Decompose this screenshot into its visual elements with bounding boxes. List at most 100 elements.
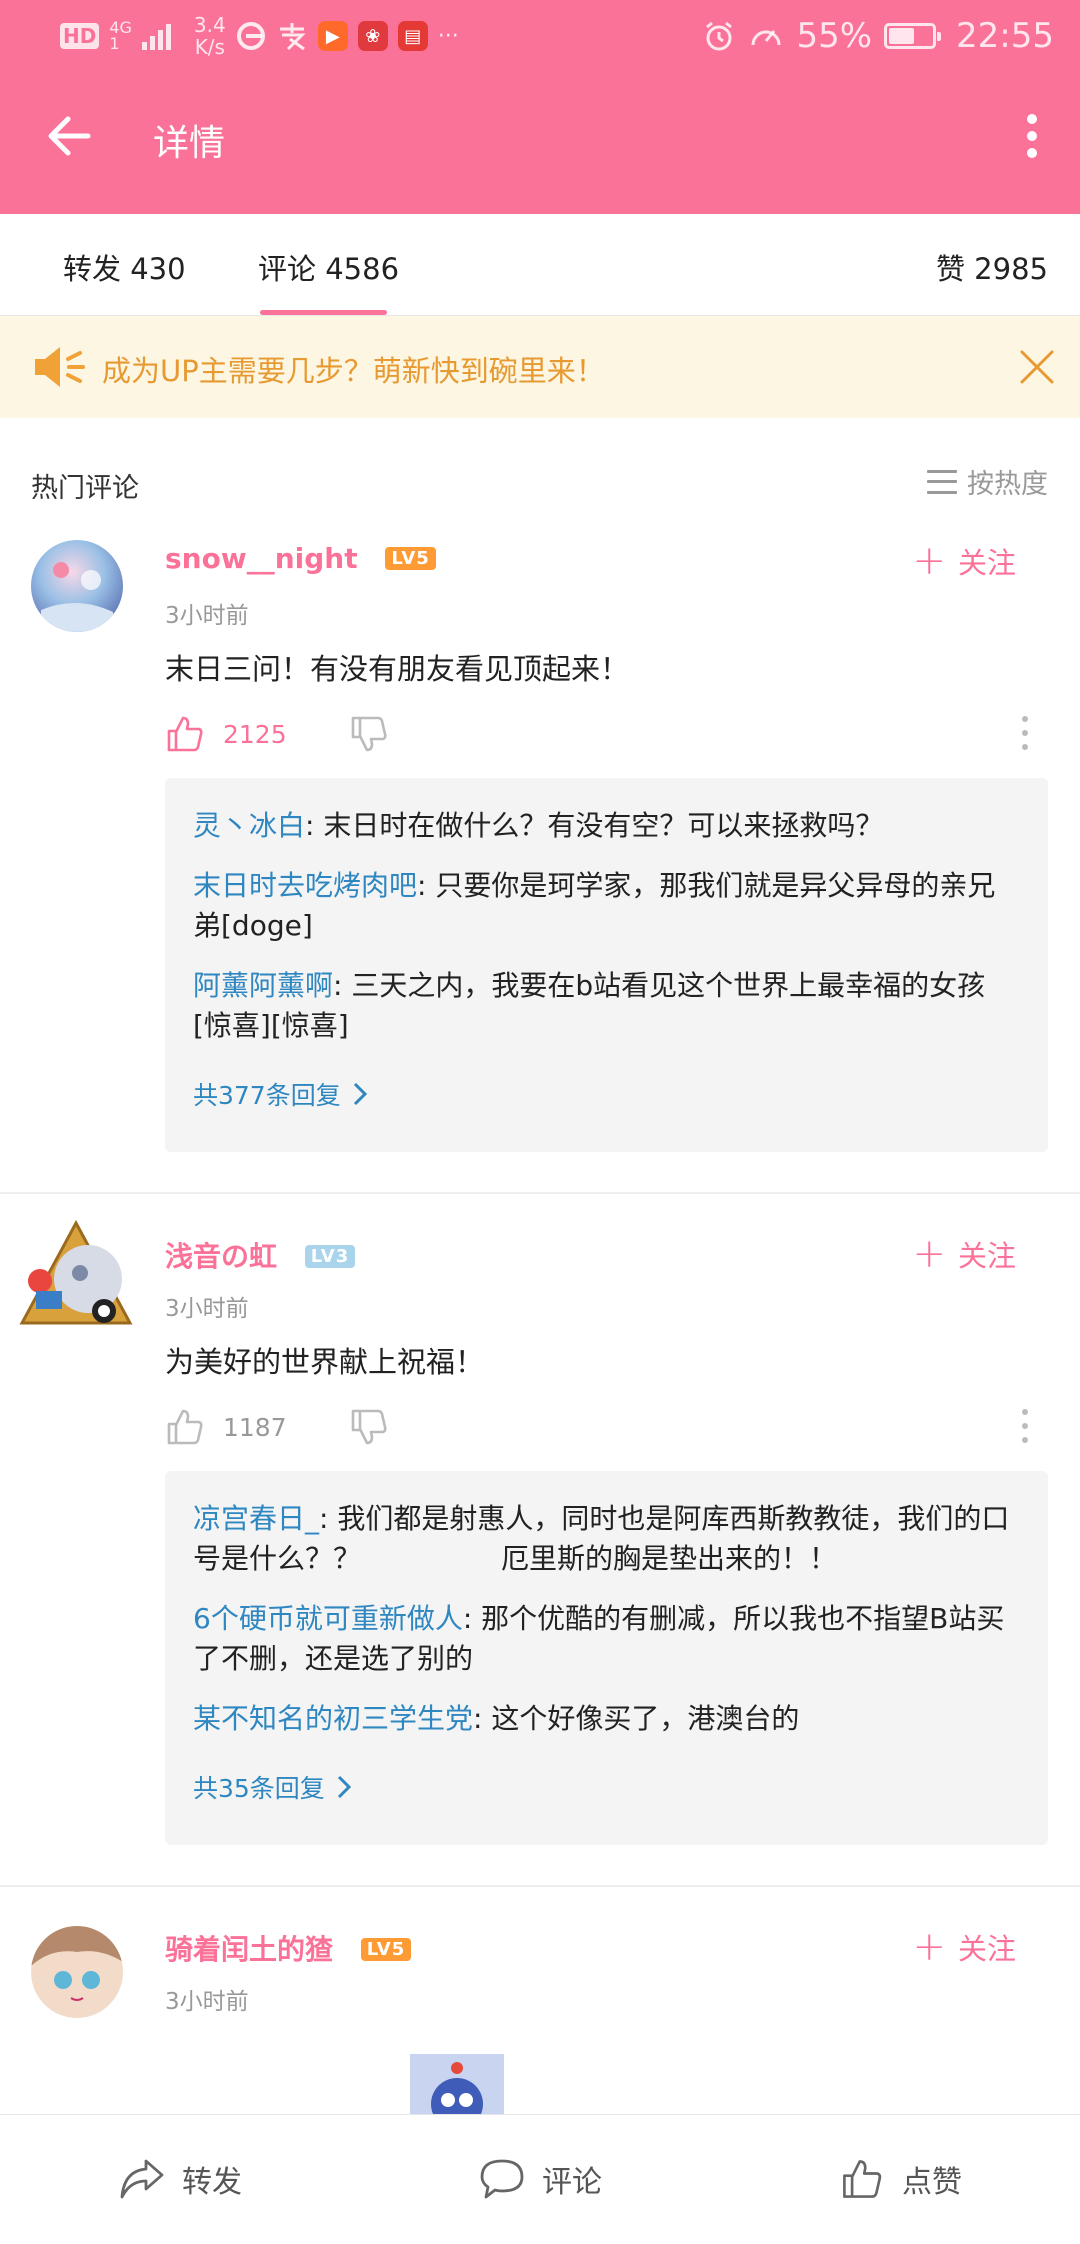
back-arrow-icon[interactable]: [44, 110, 96, 162]
more-replies-label: 共35条回复: [193, 1774, 325, 1803]
view-all-replies-link[interactable]: 共377条回复: [193, 1074, 1020, 1114]
app-icon-red: ❀: [357, 21, 388, 51]
reply-item: 灵丶冰白: 末日时在做什么？有没有空？可以来拯救吗？: [193, 806, 1020, 846]
dot: [1027, 114, 1037, 124]
username[interactable]: snow__night LV5: [165, 542, 436, 575]
tab-like[interactable]: 赞 2985: [936, 246, 1048, 288]
reply-item: 6个硬币就可重新做人: 那个优酷的有删减，所以我也不指望B站买了不删，还是选了别…: [193, 1599, 1020, 1679]
app-root: HD 4G 1 3.4 K/s ▶ ❀ ▤ ··· 55% 22:55 详情 转…: [0, 0, 1080, 2244]
follow-button[interactable]: + 关注: [912, 540, 1016, 582]
comment-actions: 1187: [165, 1405, 389, 1449]
comment-actions: 2125: [165, 712, 389, 756]
username[interactable]: 骑着闰土的猹 LV5: [165, 1928, 412, 1968]
comment-more-button[interactable]: [1020, 716, 1030, 750]
level-badge: LV5: [385, 547, 436, 570]
tab-comment[interactable]: 评论 4586: [258, 246, 399, 288]
more-notifications-icon: ···: [437, 23, 459, 49]
timestamp: 3小时前: [165, 1989, 249, 2015]
avatar[interactable]: [31, 540, 123, 632]
username-text: snow__night: [165, 542, 358, 575]
username-text: 骑着闰土的猹: [165, 1933, 334, 1966]
chevron-right-icon: [353, 1082, 367, 1106]
reply-text: : 这个好像买了，港澳台的: [473, 1702, 800, 1735]
timestamp: 3小时前: [165, 603, 249, 629]
alipay-icon: [279, 23, 306, 51]
like-button[interactable]: 点赞: [838, 2157, 962, 2201]
repost-label: 转发: [182, 2165, 242, 2200]
app-bar: 详情: [0, 72, 1080, 214]
alarm-icon: [706, 21, 733, 51]
hot-comments-title: 热门评论: [31, 473, 139, 504]
video-app-icon: ▶: [317, 21, 348, 51]
avatar[interactable]: [31, 1926, 123, 2018]
status-bar: HD 4G 1 3.4 K/s ▶ ❀ ▤ ··· 55% 22:55: [0, 0, 1080, 72]
comment-item: snow__night LV5 + 关注 3小时前 末日三问！有没有朋友看见顶起…: [0, 540, 1080, 1200]
plus-icon: +: [912, 538, 946, 584]
banner-text[interactable]: 成为UP主需要几步？萌新快到碗里来！: [102, 348, 605, 390]
tab-repost[interactable]: 转发 430: [63, 246, 186, 288]
speaker-icon: [35, 347, 85, 387]
follow-label: 关注: [957, 546, 1016, 580]
thumbs-up-icon[interactable]: [165, 1407, 205, 1447]
battery-icon: [884, 23, 942, 49]
reply-preview[interactable]: 凉宫春日_: 我们都是射惠人，同时也是阿库西斯教教徒，我们的口号是什么？？ 厄里…: [165, 1471, 1048, 1845]
comment-bubble-icon: [480, 2159, 524, 2199]
page-title: 详情: [153, 123, 226, 164]
status-right: 55% 22:55: [702, 14, 1054, 58]
comment-button[interactable]: 评论: [478, 2157, 602, 2201]
reply-item: 阿薰阿薰啊: 三天之内，我要在b站看见这个世界上最幸福的女孩[惊喜][惊喜]: [193, 966, 1020, 1046]
reply-preview[interactable]: 灵丶冰白: 末日时在做什么？有没有空？可以来拯救吗？ 末日时去吃烤肉吧: 只要你…: [165, 778, 1048, 1152]
status-left: HD 4G 1 3.4 K/s ▶ ❀ ▤ ···: [60, 14, 459, 58]
comment-text: 末日三问！有没有朋友看见顶起来！: [165, 652, 630, 686]
reply-username[interactable]: 某不知名的初三学生党: [193, 1702, 473, 1735]
reply-username[interactable]: 末日时去吃烤肉吧: [193, 869, 417, 902]
like-count: 2125: [223, 719, 287, 749]
header: HD 4G 1 3.4 K/s ▶ ❀ ▤ ··· 55% 22:55 详情: [0, 0, 1080, 214]
reader-app-icon: ▤: [397, 21, 428, 51]
close-icon[interactable]: [1016, 346, 1058, 388]
view-all-replies-link[interactable]: 共35条回复: [193, 1767, 1020, 1807]
reply-username[interactable]: 6个硬币就可重新做人: [193, 1602, 463, 1635]
thumbs-down-icon[interactable]: [349, 714, 389, 754]
plus-icon: +: [912, 1231, 946, 1277]
comment-image[interactable]: [410, 2054, 504, 2114]
reply-item: 末日时去吃烤肉吧: 只要你是珂学家，那我们就是异父异母的亲兄弟[doge]: [193, 866, 1020, 946]
sort-button[interactable]: 按热度: [927, 462, 1048, 501]
reply-username[interactable]: 灵丶冰白: [193, 809, 305, 842]
avatar[interactable]: [18, 1219, 134, 1335]
repost-button[interactable]: 转发: [118, 2157, 242, 2201]
chevron-right-icon: [337, 1775, 351, 1799]
avatar-image: [31, 1926, 123, 2018]
share-arrow-icon: [120, 2159, 164, 2199]
follow-label: 关注: [957, 1932, 1016, 1966]
like-count: 1187: [223, 1412, 287, 1442]
dot: [1027, 148, 1037, 158]
thumbs-up-icon[interactable]: [165, 714, 205, 754]
sort-label: 按热度: [967, 469, 1048, 500]
username[interactable]: 浅音の虹 LV3: [165, 1235, 356, 1275]
level-badge: LV5: [360, 1938, 412, 1961]
comment-more-button[interactable]: [1020, 1409, 1030, 1443]
network-sub-label: 1: [109, 34, 120, 53]
overflow-menu-button[interactable]: [1014, 108, 1050, 164]
notice-banner[interactable]: 成为UP主需要几步？萌新快到碗里来！: [0, 316, 1080, 418]
sticker-image: [410, 2054, 504, 2114]
tab-indicator: [260, 310, 387, 315]
thumbs-down-icon[interactable]: [349, 1407, 389, 1447]
avatar-image: [19, 1219, 133, 1325]
comment-text: 为美好的世界献上祝福！: [165, 1345, 485, 1379]
reply-username[interactable]: 阿薰阿薰啊: [193, 969, 333, 1002]
avatar-image: [31, 540, 123, 632]
username-text: 浅音の虹: [165, 1240, 278, 1273]
reply-username[interactable]: 凉宫春日_: [193, 1502, 319, 1535]
net-speed: 3.4 K/s: [194, 14, 226, 58]
clock: 22:55: [956, 16, 1054, 56]
follow-button[interactable]: + 关注: [912, 1926, 1016, 1968]
net-speed-unit: K/s: [194, 35, 225, 59]
hd-badge: HD: [60, 23, 100, 49]
reply-item: 凉宫春日_: 我们都是射惠人，同时也是阿库西斯教教徒，我们的口号是什么？？ 厄里…: [193, 1499, 1020, 1579]
follow-button[interactable]: + 关注: [912, 1233, 1016, 1275]
thumbs-up-icon: [843, 2160, 882, 2198]
net-speed-value: 3.4: [193, 13, 226, 37]
follow-label: 关注: [957, 1239, 1016, 1273]
